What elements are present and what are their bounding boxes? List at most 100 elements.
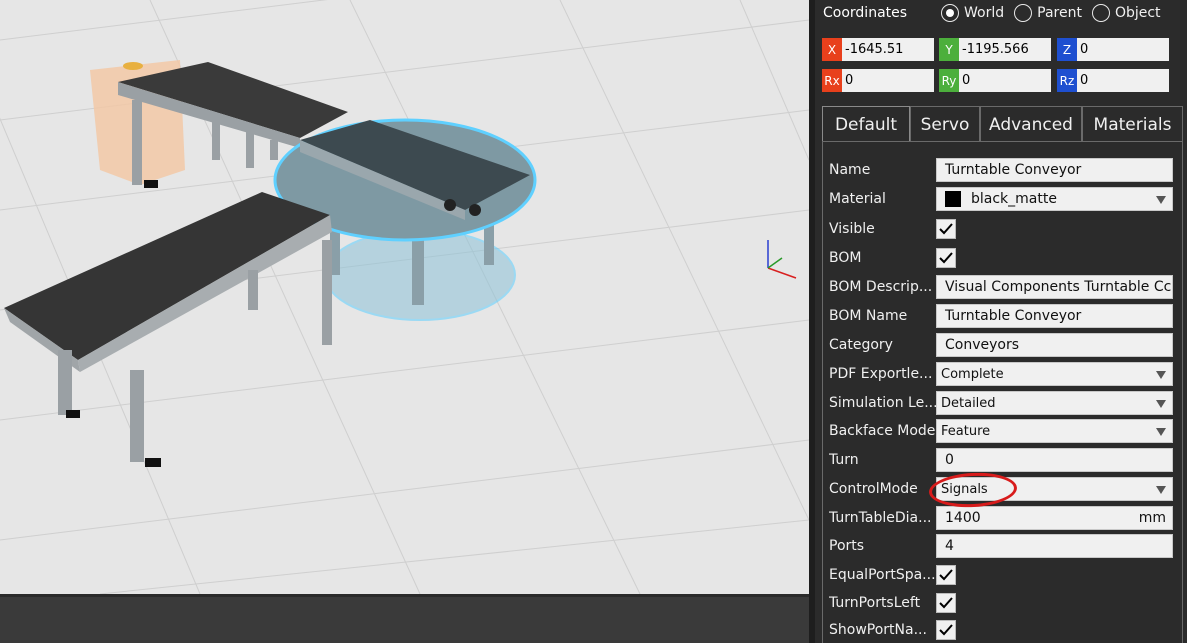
z-axis-tag: Z: [1057, 38, 1077, 61]
prop-label: Simulation Le...: [829, 395, 937, 411]
prop-name: Name Turntable Conveyor: [829, 157, 1179, 183]
pdf-export-dropdown[interactable]: Complete: [936, 362, 1173, 386]
rx-value: 0: [845, 73, 854, 88]
radio-parent[interactable]: Parent: [1014, 4, 1082, 22]
properties-panel: Coordinates World Parent Object X -1645.…: [815, 0, 1187, 643]
chevron-down-icon: [1156, 486, 1166, 494]
equal-port-spacing-checkbox[interactable]: [936, 565, 956, 585]
prop-control-mode: ControlMode Signals: [829, 476, 1179, 502]
radio-world[interactable]: World: [941, 4, 1004, 22]
x-field[interactable]: X -1645.51: [822, 38, 934, 61]
prop-backface-mode: Backface Mode Feature: [829, 418, 1179, 444]
prop-ports: Ports 4: [829, 533, 1179, 559]
tab-materials[interactable]: Materials: [1082, 106, 1183, 142]
radio-world-label: World: [964, 5, 1005, 21]
turntable-diameter-input[interactable]: 1400 mm: [936, 506, 1173, 530]
prop-label: ShowPortNa...: [829, 622, 927, 638]
ry-axis-tag: Ry: [939, 69, 959, 92]
rz-field[interactable]: Rz 0: [1057, 69, 1169, 92]
material-dropdown[interactable]: black_matte: [936, 187, 1173, 211]
prop-label: Category: [829, 337, 893, 353]
axis-gizmo: [767, 240, 797, 279]
x-value: -1645.51: [845, 42, 904, 57]
radio-object-label: Object: [1114, 5, 1161, 21]
simulation-level-value: Detailed: [941, 395, 996, 411]
radio-parent-label: Parent: [1037, 5, 1082, 21]
radio-selected-icon: [941, 4, 959, 22]
3d-viewport[interactable]: [0, 0, 809, 594]
radio-empty-icon: [1014, 4, 1033, 22]
3d-scene[interactable]: [0, 0, 809, 594]
prop-label: EqualPortSpa...: [829, 567, 936, 583]
radio-empty-icon: [1091, 4, 1110, 22]
ports-input[interactable]: 4: [936, 534, 1173, 558]
bom-name-input[interactable]: Turntable Conveyor: [936, 304, 1173, 328]
prop-bom-name: BOM Name Turntable Conveyor: [829, 303, 1179, 329]
turn-ports-left-checkbox[interactable]: [936, 593, 956, 613]
prop-material: Material black_matte: [829, 186, 1179, 212]
coordinates-title: Coordinates: [823, 5, 908, 21]
material-swatch: [945, 191, 961, 207]
property-tabs: Default Servo Advanced Materials: [822, 106, 1183, 142]
prop-label: ControlMode: [829, 481, 918, 497]
checkmark-icon: [939, 252, 953, 264]
control-mode-dropdown[interactable]: Signals: [936, 477, 1173, 501]
prop-pdf-export: PDF Exportle... Complete: [829, 361, 1179, 387]
prop-show-port-names: ShowPortNa...: [829, 617, 1179, 643]
prop-visible: Visible: [829, 216, 1179, 242]
prop-equal-port-spacing: EqualPortSpa...: [829, 562, 1179, 588]
unit-label: mm: [1138, 510, 1166, 526]
prop-label: Backface Mode: [829, 423, 936, 439]
category-input[interactable]: Conveyors: [936, 333, 1173, 357]
ry-field[interactable]: Ry 0: [939, 69, 1051, 92]
turn-input[interactable]: 0: [936, 448, 1173, 472]
tab-default[interactable]: Default: [822, 106, 910, 142]
backface-mode-dropdown[interactable]: Feature: [936, 419, 1173, 443]
z-field[interactable]: Z 0: [1057, 38, 1169, 61]
prop-label: TurnPortsLeft: [829, 595, 921, 611]
name-input[interactable]: Turntable Conveyor: [936, 158, 1173, 182]
visible-checkbox[interactable]: [936, 219, 956, 239]
chevron-down-icon: [1156, 371, 1166, 379]
prop-label: TurnTableDia...: [829, 510, 932, 526]
y-field[interactable]: Y -1195.566: [939, 38, 1051, 61]
radio-object[interactable]: Object: [1091, 4, 1161, 22]
bom-description-input[interactable]: Visual Components Turntable Cc: [936, 275, 1173, 299]
turntable-diameter-value: 1400: [945, 510, 981, 526]
prop-category: Category Conveyors: [829, 332, 1179, 358]
rz-axis-tag: Rz: [1057, 69, 1077, 92]
simulation-level-dropdown[interactable]: Detailed: [936, 391, 1173, 415]
pdf-export-value: Complete: [941, 366, 1004, 382]
prop-label: BOM Descrip...: [829, 279, 933, 295]
prop-simulation-level: Simulation Le... Detailed: [829, 390, 1179, 416]
prop-turn-ports-left: TurnPortsLeft: [829, 590, 1179, 616]
prop-label: Ports: [829, 538, 865, 554]
prop-turn: Turn 0: [829, 447, 1179, 473]
prop-label: Material: [829, 191, 886, 207]
checkmark-icon: [939, 223, 953, 235]
checkmark-icon: [939, 569, 953, 581]
prop-label: Name: [829, 162, 871, 178]
prop-label: PDF Exportle...: [829, 366, 933, 382]
y-axis-tag: Y: [939, 38, 959, 61]
y-value: -1195.566: [962, 42, 1029, 57]
z-value: 0: [1080, 42, 1089, 57]
tab-servo[interactable]: Servo: [910, 106, 980, 142]
chevron-down-icon: [1156, 196, 1166, 204]
tab-advanced[interactable]: Advanced: [980, 106, 1082, 142]
backface-mode-value: Feature: [941, 423, 991, 439]
ry-value: 0: [962, 73, 971, 88]
rx-axis-tag: Rx: [822, 69, 842, 92]
status-bar: [0, 594, 809, 643]
rx-field[interactable]: Rx 0: [822, 69, 934, 92]
prop-turntable-diameter: TurnTableDia... 1400 mm: [829, 505, 1179, 531]
show-port-names-checkbox[interactable]: [936, 620, 956, 640]
control-mode-value: Signals: [941, 481, 988, 497]
bom-checkbox[interactable]: [936, 248, 956, 268]
prop-label: Visible: [829, 221, 875, 237]
prop-bom: BOM: [829, 245, 1179, 271]
checkmark-icon: [939, 624, 953, 636]
prop-bom-description: BOM Descrip... Visual Components Turntab…: [829, 274, 1179, 300]
lower-conveyor[interactable]: [4, 192, 332, 467]
material-value: black_matte: [971, 191, 1057, 207]
